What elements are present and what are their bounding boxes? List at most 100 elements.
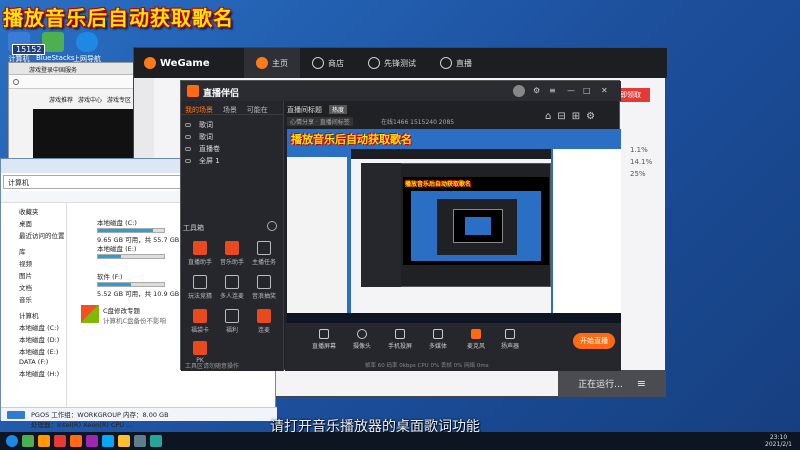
taskbar-app-icon[interactable]: [54, 435, 66, 447]
camera-button[interactable]: 摄像头: [349, 329, 375, 350]
settings-gear-icon[interactable]: ⚙: [533, 86, 540, 95]
minimize-icon[interactable]: —: [567, 86, 575, 95]
sidebar-item-recent[interactable]: 最近访问的位置: [1, 229, 66, 241]
maximize-icon[interactable]: □: [583, 86, 591, 95]
sidebar-item-libraries[interactable]: 库: [1, 245, 66, 257]
sidebar-item-documents[interactable]: 文档: [1, 281, 66, 293]
menu-icon[interactable]: ≡: [637, 377, 646, 390]
taskbar-app-icon[interactable]: [22, 435, 34, 447]
tool-welfare[interactable]: 福利: [217, 309, 247, 334]
phone-icon: [395, 329, 405, 339]
drive-item-c[interactable]: 本地磁盘 (C:) 9.65 GB 可用，共 55.7 GB: [97, 217, 179, 244]
taskbar-clock[interactable]: 23:10 2021/2/1: [765, 434, 792, 448]
scene-item[interactable]: 歌词: [181, 119, 283, 131]
explorer-sidebar: 收藏夹 桌面 最近访问的位置 库 视频 图片 文档 音乐 计算机 本地磁盘 (C…: [1, 203, 67, 407]
eye-icon[interactable]: [185, 135, 191, 139]
room-title[interactable]: 直播间标题: [287, 105, 322, 115]
taskbar-app-icon[interactable]: [150, 435, 162, 447]
taskbar-app-icon[interactable]: [134, 435, 146, 447]
browser-link[interactable]: 游戏中心: [78, 95, 102, 107]
wegame-tab-home[interactable]: 主页: [244, 48, 300, 78]
desktop-icon-navigation[interactable]: 上网导航: [70, 32, 104, 64]
drive-item-f[interactable]: 软件 (F:) 5.52 GB 可用，共 10.9 GB: [97, 271, 179, 298]
live-app-name: 直播伴侣: [203, 89, 240, 99]
scene-item[interactable]: 歌词: [181, 131, 283, 143]
windows-logo-icon: [81, 305, 99, 323]
browser-link[interactable]: 游戏推荐: [49, 95, 73, 107]
tool-lottery[interactable]: 音浪抽奖: [249, 275, 279, 300]
tool-multi-mic[interactable]: 多人连麦: [217, 275, 247, 300]
sidebar-item-drive-d[interactable]: 本地磁盘 (D:): [1, 333, 66, 345]
background-browser-window[interactable]: 游戏登录中国服务 游戏推荐 游戏中心 游戏专区: [8, 62, 139, 172]
start-button-icon[interactable]: [6, 435, 18, 447]
microphone-icon: [471, 329, 481, 339]
browser-tab[interactable]: 游戏登录中国服务: [9, 63, 139, 75]
microphone-button[interactable]: 麦克风: [463, 329, 489, 350]
tool-music-assistant[interactable]: 音乐助手: [217, 241, 247, 266]
lottery-icon: [257, 275, 271, 289]
drive-item-e[interactable]: 本地磁盘 (E:): [97, 243, 165, 260]
sidebar-item-drive-h[interactable]: 本地磁盘 (H:): [1, 367, 66, 379]
menu-icon[interactable]: ≡: [549, 86, 556, 95]
scene-item[interactable]: 全屏 1: [181, 155, 283, 167]
taskbar: 23:10 2021/2/1: [0, 432, 800, 450]
wegame-running-bar[interactable]: 正在运行... ≡: [558, 370, 666, 397]
live-preview-canvas[interactable]: 播放音乐后自动获取歌名 播放音乐后自动获取歌名: [287, 129, 621, 323]
phone-cast-button[interactable]: 手机投屏: [387, 329, 413, 350]
speaker-button[interactable]: 扬声器: [497, 329, 523, 350]
wegame-tab-live[interactable]: 直播: [428, 48, 484, 78]
sidebar-item-drive-c[interactable]: 本地磁盘 (C:): [1, 321, 66, 333]
sidebar-item-drive-f[interactable]: DATA (F:): [1, 357, 66, 367]
tools-settings-icon[interactable]: [267, 221, 277, 231]
tool-tasks[interactable]: 主播任务: [249, 241, 279, 266]
tool-link-mic[interactable]: 连麦: [249, 309, 279, 334]
wegame-tab-beta[interactable]: 先锋测试: [356, 48, 428, 78]
sidebar-item-music[interactable]: 音乐: [1, 293, 66, 305]
monitor-icon: [319, 329, 329, 339]
room-tag[interactable]: 心情分享 · 直播间标签: [287, 117, 353, 126]
room-action-icons[interactable]: ⌂⊟⊞⚙: [545, 111, 601, 122]
taskbar-app-icon[interactable]: [70, 435, 82, 447]
eye-icon[interactable]: [185, 147, 191, 151]
tab-scenes[interactable]: 场景: [223, 105, 237, 115]
desktop-icon-label: BlueStacks: [36, 54, 75, 62]
avatar[interactable]: [513, 85, 525, 97]
tab-my-scenes[interactable]: 我的场景: [185, 105, 213, 115]
preview-deepest-desktop: [465, 217, 491, 235]
sidebar-item-favorites[interactable]: 收藏夹: [1, 205, 66, 217]
eye-icon[interactable]: [185, 123, 191, 127]
tool-live-assistant[interactable]: 直播助手: [185, 241, 215, 266]
taskbar-app-icon[interactable]: [86, 435, 98, 447]
eye-icon[interactable]: [185, 159, 191, 163]
sidebar-item-drive-e[interactable]: 本地磁盘 (E:): [1, 345, 66, 357]
sidebar-item-videos[interactable]: 视频: [1, 257, 66, 269]
video-title-overlay: 播放音乐后自动获取歌名: [3, 6, 234, 30]
sidebar-item-desktop[interactable]: 桌面: [1, 217, 66, 229]
tab-other[interactable]: 可能在: [247, 105, 268, 115]
screen-share-button[interactable]: 直播屏幕: [311, 329, 337, 350]
sidebar-item-pictures[interactable]: 图片: [1, 269, 66, 281]
taskbar-app-icon[interactable]: [38, 435, 50, 447]
live-titlebar: 直播伴侣 ⚙ ≡ — □ ✕: [181, 81, 621, 101]
preview-nested-title: 播放音乐后自动获取歌名: [405, 181, 472, 188]
live-icon: [440, 57, 452, 69]
scene-item[interactable]: 直播卷: [181, 143, 283, 155]
wegame-tab-store[interactable]: 商店: [300, 48, 356, 78]
drive-usage-bar: [97, 254, 165, 259]
folder-icon[interactable]: [118, 435, 130, 447]
refresh-icon[interactable]: [13, 79, 19, 85]
wegame-logo[interactable]: WeGame: [134, 57, 244, 69]
assistant-icon: [193, 241, 207, 255]
start-live-button[interactable]: 开始直播: [573, 333, 615, 349]
tool-lucky-bag[interactable]: 福袋卡: [185, 309, 215, 334]
ie-icon: [76, 32, 98, 52]
tool-quiz[interactable]: 玩法竞猜: [185, 275, 215, 300]
beta-icon: [368, 57, 380, 69]
live-companion-window[interactable]: 直播伴侣 ⚙ ≡ — □ ✕ 我的场景 场景 可能在 歌词 歌词 直播卷 全屏 …: [180, 80, 621, 371]
drive-usage-bar: [97, 282, 165, 287]
taskbar-app-icon[interactable]: [102, 435, 114, 447]
media-button[interactable]: 多媒体: [425, 329, 451, 350]
close-icon[interactable]: ✕: [601, 86, 608, 95]
browser-link[interactable]: 游戏专区: [107, 95, 131, 107]
sidebar-item-computer[interactable]: 计算机: [1, 309, 66, 321]
